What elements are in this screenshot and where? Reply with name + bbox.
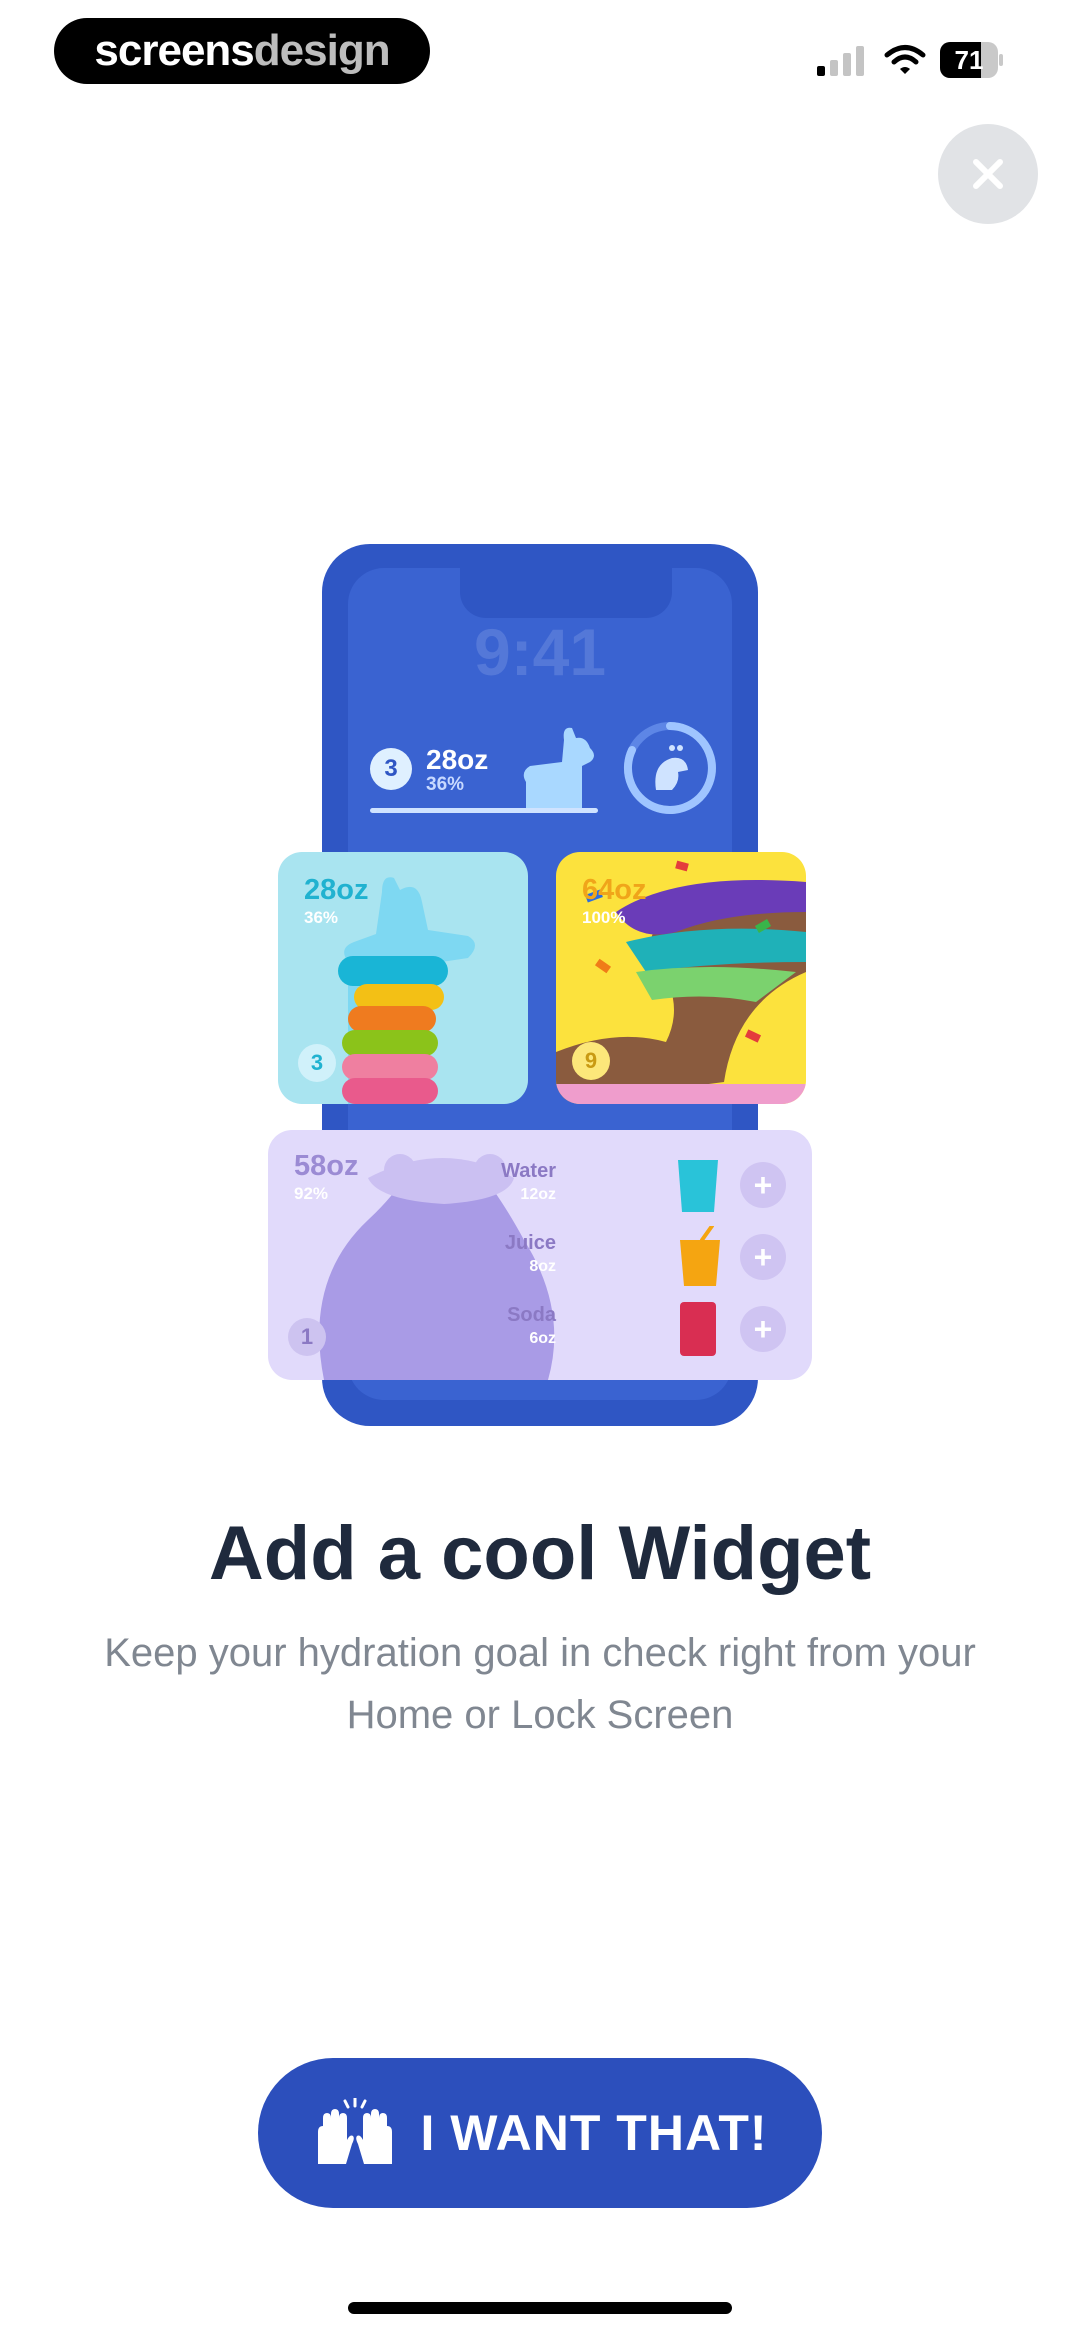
llama-widget-amount: 28oz (304, 874, 369, 906)
hippo-widget-percent: 92% (294, 1184, 329, 1203)
drink-size-soda: 6oz (529, 1330, 556, 1347)
phone-notch (460, 568, 672, 618)
raised-hands-icon (318, 2098, 393, 2164)
screensdesign-watermark: screens design (54, 18, 430, 84)
battery-percent: 71 (954, 45, 984, 75)
add-juice-button[interactable]: + (740, 1234, 786, 1280)
llama-widget: 28oz 36% 3 (278, 852, 528, 1104)
peacock-widget-badge: 9 (572, 1042, 610, 1080)
lock-screen-time: 9:41 (473, 615, 607, 689)
llama-silhouette-icon (523, 727, 594, 812)
battery-indicator: 71 (940, 42, 1004, 78)
juice-cup-icon (680, 1226, 720, 1286)
page-title: Add a cool Widget (208, 1511, 872, 1596)
peacock-widget: 64oz 100% 9 (556, 852, 806, 1104)
soda-can-icon (680, 1302, 716, 1356)
water-cup-icon (678, 1160, 718, 1212)
hippo-widget: 58oz 92% 1 Water 12oz + Juice 8oz + Soda… (268, 1130, 812, 1380)
lock-widget-amount: 28oz (426, 744, 489, 775)
i-want-that-button[interactable]: I WANT THAT! (258, 2058, 822, 2208)
lock-widget-progress-line (370, 808, 598, 813)
lock-widget-badge: 3 (370, 748, 412, 790)
drink-size-juice: 8oz (529, 1258, 556, 1275)
drink-name-juice: Juice (504, 1232, 556, 1254)
llama-widget-badge: 3 (298, 1044, 336, 1082)
i-want-that-label: I WANT THAT! (420, 2105, 768, 2161)
hippo-widget-amount: 58oz (294, 1150, 359, 1182)
close-button[interactable] (938, 124, 1038, 224)
add-soda-button[interactable]: + (740, 1306, 786, 1352)
lock-widget-percent: 36% (426, 774, 465, 795)
wifi-icon (884, 45, 926, 74)
drink-name-water: Water (501, 1160, 556, 1182)
watermark-part1: screens (94, 26, 254, 75)
home-indicator (348, 2302, 732, 2314)
llama-widget-percent: 36% (304, 908, 339, 927)
hippo-widget-badge: 1 (288, 1318, 326, 1356)
drink-name-soda: Soda (507, 1304, 556, 1326)
add-water-button[interactable]: + (740, 1162, 786, 1208)
progress-ring-icon (624, 722, 716, 814)
page-subtitle: Keep your hydration goal in check right … (104, 1631, 976, 1737)
peacock-widget-percent: 100% (582, 908, 626, 927)
watermark-part2: design (253, 26, 391, 75)
drink-size-water: 12oz (520, 1186, 556, 1203)
cellular-signal-icon (817, 46, 864, 76)
peacock-widget-amount: 64oz (582, 874, 647, 906)
close-icon (973, 159, 1003, 189)
